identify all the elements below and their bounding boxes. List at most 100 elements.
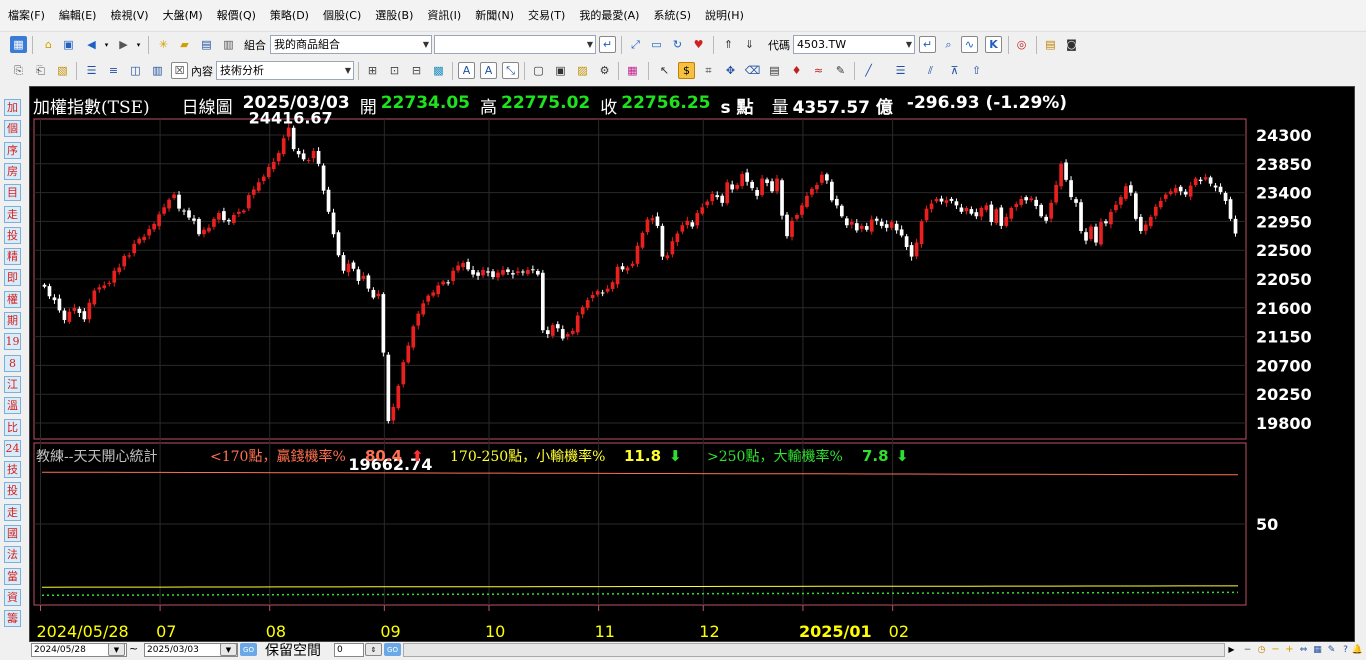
expand-icon[interactable]: ⤢ bbox=[627, 36, 644, 53]
sidebar-shortcut[interactable]: 投 bbox=[4, 226, 21, 244]
report-icon[interactable]: ▤ bbox=[1042, 36, 1059, 53]
image-icon[interactable]: ▨ bbox=[574, 62, 591, 79]
zoom-in-plus-icon[interactable]: + bbox=[1283, 643, 1296, 656]
split-columns-icon[interactable]: ◫ bbox=[127, 62, 144, 79]
refresh-icon[interactable]: ↻ bbox=[669, 36, 686, 53]
split-rows-icon[interactable]: ≡ bbox=[105, 62, 122, 79]
menu-item[interactable]: 說明(H) bbox=[705, 7, 744, 23]
channel-icon[interactable]: ⫽ bbox=[922, 62, 939, 79]
menu-item[interactable]: 策略(D) bbox=[270, 7, 309, 23]
reserve-go-button[interactable]: GO bbox=[384, 643, 401, 656]
sidebar-shortcut[interactable]: 期 bbox=[4, 312, 21, 329]
forward-dropdown-icon[interactable]: ▾ bbox=[130, 36, 147, 53]
sidebar-shortcut[interactable]: 加 bbox=[4, 99, 21, 116]
print-icon[interactable]: ▥ bbox=[220, 36, 237, 53]
sidebar-shortcut[interactable]: 目 bbox=[4, 184, 21, 202]
sidebar-shortcut[interactable]: 溫 bbox=[4, 397, 21, 415]
code-enter-icon[interactable]: ↵ bbox=[919, 36, 936, 53]
zoom-box-icon[interactable]: ⊡ bbox=[386, 62, 403, 79]
menu-item[interactable]: 報價(Q) bbox=[217, 7, 256, 23]
zoom-fit-icon[interactable]: ⊞ bbox=[364, 62, 381, 79]
sidebar-shortcut[interactable]: 24 bbox=[4, 439, 21, 457]
fib-icon[interactable]: ⊼ bbox=[946, 62, 963, 79]
minus-icon[interactable]: − bbox=[1241, 643, 1254, 656]
cursor-icon[interactable]: ↖ bbox=[656, 62, 673, 79]
candle-icon[interactable]: ♦ bbox=[788, 62, 805, 79]
zoom-out-minus-icon[interactable]: − bbox=[1269, 643, 1282, 656]
split-horizontal-icon[interactable]: ☰ bbox=[83, 62, 100, 79]
sidebar-shortcut[interactable]: 比 bbox=[4, 418, 21, 436]
font-up-icon[interactable]: A bbox=[458, 62, 475, 79]
menu-item[interactable]: 新聞(N) bbox=[475, 7, 514, 23]
calendar-dropdown-icon[interactable]: ▼ bbox=[220, 643, 237, 656]
menu-item[interactable]: 大盤(M) bbox=[163, 7, 203, 23]
sidebar-shortcut[interactable]: 投 bbox=[4, 482, 21, 500]
move-icon[interactable]: ✥ bbox=[722, 62, 739, 79]
sidebar-shortcut[interactable]: 走 bbox=[4, 503, 21, 521]
chart-scrollbar[interactable] bbox=[403, 643, 1225, 657]
sidebar-shortcut[interactable]: 房 bbox=[4, 162, 21, 180]
sidebar-shortcut[interactable]: 個 bbox=[4, 120, 21, 138]
split-grid-icon[interactable]: ▥ bbox=[149, 62, 166, 79]
menu-item[interactable]: 檔案(F) bbox=[8, 7, 45, 23]
new-icon[interactable]: ✳ bbox=[155, 36, 172, 53]
content-select[interactable]: 技術分析 ▼ bbox=[216, 61, 354, 80]
favorite-icon[interactable]: ♥ bbox=[690, 36, 707, 53]
zoom-out-icon[interactable]: ⊟ bbox=[408, 62, 425, 79]
menu-item[interactable]: 系統(S) bbox=[653, 7, 691, 23]
close-panel-icon[interactable]: ☒ bbox=[171, 62, 188, 79]
snapshot-icon[interactable]: ▣ bbox=[552, 62, 569, 79]
grid-icon[interactable]: ▦ bbox=[1311, 643, 1324, 656]
sidebar-shortcut[interactable]: 權 bbox=[4, 290, 21, 308]
calendar-dropdown-icon[interactable]: ▼ bbox=[108, 643, 125, 656]
double-down-icon[interactable]: ⇓ bbox=[741, 36, 758, 53]
clock-icon[interactable]: ◷ bbox=[1255, 643, 1268, 656]
sidebar-shortcut[interactable]: 即 bbox=[4, 269, 21, 287]
bell-icon[interactable]: 🔔 bbox=[1351, 643, 1364, 656]
draw-icon[interactable]: ✎ bbox=[1325, 643, 1338, 656]
sidebar-shortcut[interactable]: 精 bbox=[4, 248, 21, 266]
window-icon[interactable]: ▣ bbox=[60, 36, 77, 53]
palette-icon[interactable]: ▦ bbox=[624, 62, 641, 79]
chart-area[interactable]: 24300 23850 23400 22950 22500 22050 21600 21150… bbox=[29, 86, 1355, 642]
enter-icon[interactable]: ↵ bbox=[599, 36, 616, 53]
pen-icon[interactable]: ✎ bbox=[832, 62, 849, 79]
open-folder-icon[interactable]: ▰ bbox=[176, 36, 193, 53]
restore-icon[interactable]: ▭ bbox=[648, 36, 665, 53]
sidebar-shortcut[interactable]: 技 bbox=[4, 461, 21, 479]
text-tool-icon[interactable]: ▤ bbox=[766, 62, 783, 79]
symbol-list-select[interactable]: ▼ bbox=[434, 35, 596, 54]
go-button[interactable]: GO bbox=[240, 643, 257, 656]
home-icon[interactable]: ⌂ bbox=[40, 36, 57, 53]
up-arrow-icon[interactable]: ⇧ bbox=[968, 62, 985, 79]
layout-icon[interactable]: ▦ bbox=[10, 36, 27, 53]
font-down-icon[interactable]: A bbox=[480, 62, 497, 79]
trendline-icon[interactable]: ╱ bbox=[860, 62, 877, 79]
menu-item[interactable]: 個股(C) bbox=[323, 7, 361, 23]
sidebar-shortcut[interactable]: 國 bbox=[4, 525, 21, 542]
paste-icon[interactable]: ⎗ bbox=[32, 62, 49, 79]
sidebar-shortcut[interactable]: 江 bbox=[4, 375, 21, 393]
collapse-icon[interactable]: ⤡ bbox=[502, 62, 519, 79]
target-icon[interactable]: ◎ bbox=[1013, 36, 1030, 53]
eraser-icon[interactable]: ⌫ bbox=[744, 62, 761, 79]
sidebar-shortcut[interactable]: 資 bbox=[4, 588, 21, 606]
sidebar-shortcut[interactable]: 法 bbox=[4, 546, 21, 564]
reserve-input[interactable]: 0 bbox=[334, 643, 364, 657]
camera-icon[interactable]: ◙ bbox=[1063, 36, 1080, 53]
wave-icon[interactable]: ≈ bbox=[810, 62, 827, 79]
group-select[interactable]: 我的商品組合 ▼ bbox=[270, 35, 432, 54]
double-up-icon[interactable]: ⇑ bbox=[720, 36, 737, 53]
hline-icon[interactable]: ☰ bbox=[892, 62, 909, 79]
menu-item[interactable]: 編輯(E) bbox=[59, 7, 97, 23]
clipboard-icon[interactable]: ▧ bbox=[54, 62, 71, 79]
menu-item[interactable]: 資訊(I) bbox=[427, 7, 461, 23]
menu-item[interactable]: 檢視(V) bbox=[110, 7, 148, 23]
reserve-stepper[interactable]: ⇕ bbox=[365, 643, 382, 656]
sidebar-shortcut[interactable]: 19 bbox=[4, 333, 21, 351]
fit-icon[interactable]: ⇔ bbox=[1297, 643, 1310, 656]
scroll-right-icon[interactable]: ▶ bbox=[1225, 643, 1238, 656]
sidebar-shortcut[interactable]: 序 bbox=[4, 141, 21, 159]
menu-item[interactable]: 選股(B) bbox=[375, 7, 413, 23]
sidebar-shortcut[interactable]: 當 bbox=[4, 567, 21, 585]
